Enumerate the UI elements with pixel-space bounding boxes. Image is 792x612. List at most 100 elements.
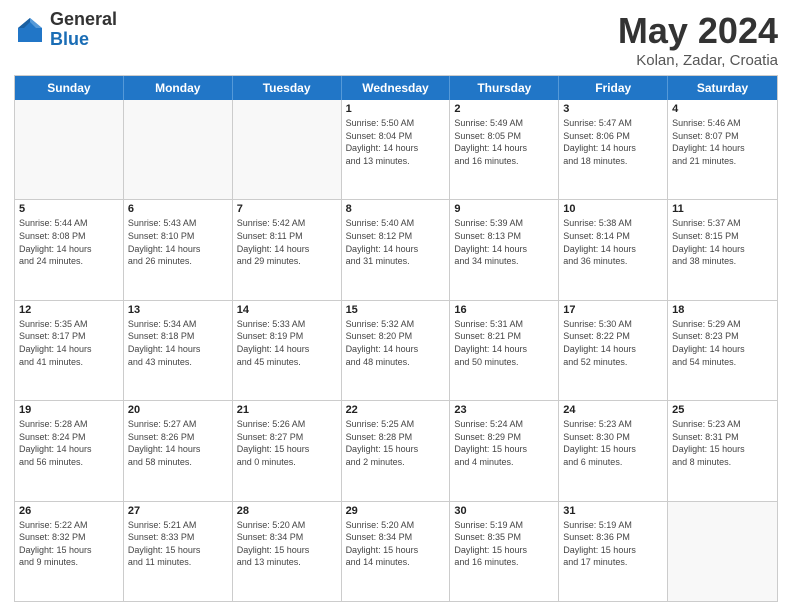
day-number: 21: [237, 404, 337, 416]
day-number: 30: [454, 505, 554, 517]
day-cell-27: 27Sunrise: 5:21 AMSunset: 8:33 PMDayligh…: [124, 502, 233, 601]
day-number: 2: [454, 103, 554, 115]
day-number: 12: [19, 304, 119, 316]
day-number: 18: [672, 304, 773, 316]
day-number: 24: [563, 404, 663, 416]
day-cell-19: 19Sunrise: 5:28 AMSunset: 8:24 PMDayligh…: [15, 401, 124, 500]
calendar: SundayMondayTuesdayWednesdayThursdayFrid…: [14, 75, 778, 602]
calendar-body: 1Sunrise: 5:50 AMSunset: 8:04 PMDaylight…: [15, 100, 777, 601]
day-info: Sunrise: 5:22 AMSunset: 8:32 PMDaylight:…: [19, 519, 119, 569]
day-number: 26: [19, 505, 119, 517]
page: General Blue May 2024 Kolan, Zadar, Croa…: [0, 0, 792, 612]
title-location: Kolan, Zadar, Croatia: [618, 52, 778, 69]
day-info: Sunrise: 5:49 AMSunset: 8:05 PMDaylight:…: [454, 117, 554, 167]
day-number: 22: [346, 404, 446, 416]
day-info: Sunrise: 5:27 AMSunset: 8:26 PMDaylight:…: [128, 418, 228, 468]
day-number: 6: [128, 203, 228, 215]
day-number: 20: [128, 404, 228, 416]
day-cell-20: 20 Sunrise: 5:27 AMSunset: 8:26 PMDayligh…: [124, 401, 233, 500]
day-info: Sunrise: 5:31 AMSunset: 8:21 PMDaylight:…: [454, 318, 554, 368]
day-cell-2: 2 Sunrise: 5:49 AMSunset: 8:05 PMDaylight…: [450, 100, 559, 199]
week-row-3: 12 Sunrise: 5:35 AMSunset: 8:17 PMDayligh…: [15, 300, 777, 400]
header-day-monday: Monday: [124, 76, 233, 100]
week-row-1: 1Sunrise: 5:50 AMSunset: 8:04 PMDaylight…: [15, 100, 777, 199]
day-cell-6: 6 Sunrise: 5:43 AMSunset: 8:10 PMDaylight…: [124, 200, 233, 299]
day-info: Sunrise: 5:23 AMSunset: 8:30 PMDaylight:…: [563, 418, 663, 468]
day-info: Sunrise: 5:28 AMSunset: 8:24 PMDaylight:…: [19, 418, 119, 468]
day-info: Sunrise: 5:44 AMSunset: 8:08 PMDaylight:…: [19, 217, 119, 267]
day-cell-7: 7Sunrise: 5:42 AMSunset: 8:11 PMDaylight…: [233, 200, 342, 299]
week-row-2: 5 Sunrise: 5:44 AMSunset: 8:08 PMDaylight…: [15, 199, 777, 299]
day-number: 13: [128, 304, 228, 316]
header-day-sunday: Sunday: [15, 76, 124, 100]
day-number: 31: [563, 505, 663, 517]
day-info: Sunrise: 5:37 AMSunset: 8:15 PMDaylight:…: [672, 217, 773, 267]
header: General Blue May 2024 Kolan, Zadar, Croa…: [14, 10, 778, 69]
day-info: Sunrise: 5:46 AMSunset: 8:07 PMDaylight:…: [672, 117, 773, 167]
day-cell-8: 8Sunrise: 5:40 AMSunset: 8:12 PMDaylight…: [342, 200, 451, 299]
day-number: 27: [128, 505, 228, 517]
logo: General Blue: [14, 10, 117, 50]
day-info: Sunrise: 5:23 AMSunset: 8:31 PMDaylight:…: [672, 418, 773, 468]
day-cell-30: 30 Sunrise: 5:19 AMSunset: 8:35 PMDayligh…: [450, 502, 559, 601]
day-number: 29: [346, 505, 446, 517]
day-info: Sunrise: 5:38 AMSunset: 8:14 PMDaylight:…: [563, 217, 663, 267]
day-cell-13: 13 Sunrise: 5:34 AMSunset: 8:18 PMDayligh…: [124, 301, 233, 400]
day-cell-11: 11Sunrise: 5:37 AMSunset: 8:15 PMDayligh…: [668, 200, 777, 299]
day-cell-16: 16 Sunrise: 5:31 AMSunset: 8:21 PMDayligh…: [450, 301, 559, 400]
header-day-thursday: Thursday: [450, 76, 559, 100]
header-day-tuesday: Tuesday: [233, 76, 342, 100]
day-info: Sunrise: 5:39 AMSunset: 8:13 PMDaylight:…: [454, 217, 554, 267]
day-cell-24: 24 Sunrise: 5:23 AMSunset: 8:30 PMDayligh…: [559, 401, 668, 500]
day-cell-17: 17Sunrise: 5:30 AMSunset: 8:22 PMDayligh…: [559, 301, 668, 400]
day-info: Sunrise: 5:30 AMSunset: 8:22 PMDaylight:…: [563, 318, 663, 368]
day-cell-23: 23Sunrise: 5:24 AMSunset: 8:29 PMDayligh…: [450, 401, 559, 500]
logo-blue-text: Blue: [50, 30, 117, 50]
day-info: Sunrise: 5:50 AMSunset: 8:04 PMDaylight:…: [346, 117, 446, 167]
day-cell-15: 15 Sunrise: 5:32 AMSunset: 8:20 PMDayligh…: [342, 301, 451, 400]
logo-icon: [14, 14, 46, 46]
day-number: 25: [672, 404, 773, 416]
day-cell-5: 5 Sunrise: 5:44 AMSunset: 8:08 PMDaylight…: [15, 200, 124, 299]
day-cell-29: 29 Sunrise: 5:20 AMSunset: 8:34 PMDayligh…: [342, 502, 451, 601]
day-number: 5: [19, 203, 119, 215]
empty-cell: [15, 100, 124, 199]
title-block: May 2024 Kolan, Zadar, Croatia: [618, 10, 778, 69]
empty-cell: [124, 100, 233, 199]
logo-text: General Blue: [50, 10, 117, 50]
day-number: 4: [672, 103, 773, 115]
day-cell-4: 4 Sunrise: 5:46 AMSunset: 8:07 PMDaylight…: [668, 100, 777, 199]
day-info: Sunrise: 5:29 AMSunset: 8:23 PMDaylight:…: [672, 318, 773, 368]
day-cell-25: 25 Sunrise: 5:23 AMSunset: 8:31 PMDayligh…: [668, 401, 777, 500]
header-day-wednesday: Wednesday: [342, 76, 451, 100]
day-info: Sunrise: 5:42 AMSunset: 8:11 PMDaylight:…: [237, 217, 337, 267]
day-cell-12: 12 Sunrise: 5:35 AMSunset: 8:17 PMDayligh…: [15, 301, 124, 400]
day-info: Sunrise: 5:32 AMSunset: 8:20 PMDaylight:…: [346, 318, 446, 368]
day-info: Sunrise: 5:35 AMSunset: 8:17 PMDaylight:…: [19, 318, 119, 368]
day-number: 23: [454, 404, 554, 416]
day-number: 15: [346, 304, 446, 316]
day-info: Sunrise: 5:26 AMSunset: 8:27 PMDaylight:…: [237, 418, 337, 468]
day-info: Sunrise: 5:47 AMSunset: 8:06 PMDaylight:…: [563, 117, 663, 167]
day-info: Sunrise: 5:25 AMSunset: 8:28 PMDaylight:…: [346, 418, 446, 468]
week-row-4: 19Sunrise: 5:28 AMSunset: 8:24 PMDayligh…: [15, 400, 777, 500]
day-number: 10: [563, 203, 663, 215]
header-day-saturday: Saturday: [668, 76, 777, 100]
header-day-friday: Friday: [559, 76, 668, 100]
day-cell-3: 3Sunrise: 5:47 AMSunset: 8:06 PMDaylight…: [559, 100, 668, 199]
day-number: 16: [454, 304, 554, 316]
day-info: Sunrise: 5:34 AMSunset: 8:18 PMDaylight:…: [128, 318, 228, 368]
day-info: Sunrise: 5:20 AMSunset: 8:34 PMDaylight:…: [237, 519, 337, 569]
day-cell-1: 1Sunrise: 5:50 AMSunset: 8:04 PMDaylight…: [342, 100, 451, 199]
calendar-header-row: SundayMondayTuesdayWednesdayThursdayFrid…: [15, 76, 777, 100]
empty-cell: [233, 100, 342, 199]
day-info: Sunrise: 5:20 AMSunset: 8:34 PMDaylight:…: [346, 519, 446, 569]
day-info: Sunrise: 5:40 AMSunset: 8:12 PMDaylight:…: [346, 217, 446, 267]
day-cell-21: 21 Sunrise: 5:26 AMSunset: 8:27 PMDayligh…: [233, 401, 342, 500]
day-info: Sunrise: 5:19 AMSunset: 8:35 PMDaylight:…: [454, 519, 554, 569]
week-row-5: 26 Sunrise: 5:22 AMSunset: 8:32 PMDayligh…: [15, 501, 777, 601]
day-cell-26: 26 Sunrise: 5:22 AMSunset: 8:32 PMDayligh…: [15, 502, 124, 601]
day-number: 14: [237, 304, 337, 316]
day-cell-10: 10 Sunrise: 5:38 AMSunset: 8:14 PMDayligh…: [559, 200, 668, 299]
day-info: Sunrise: 5:43 AMSunset: 8:10 PMDaylight:…: [128, 217, 228, 267]
